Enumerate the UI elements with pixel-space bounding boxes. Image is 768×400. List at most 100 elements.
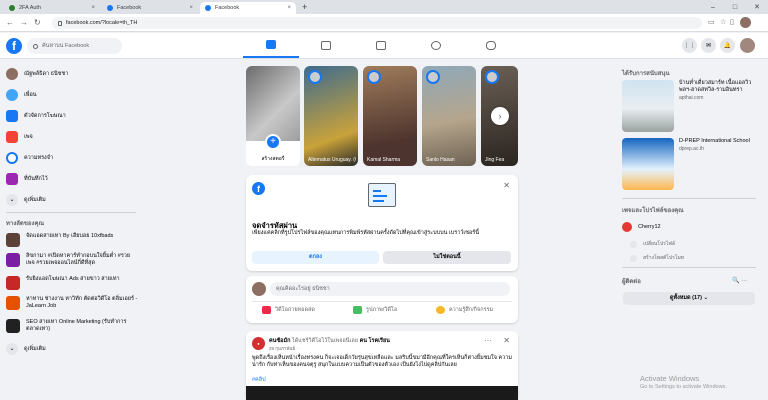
bookmark-star-icon[interactable]: ☆ xyxy=(720,18,726,26)
sidebar-item-pages[interactable]: เพจ xyxy=(6,129,33,145)
sidebar-item-ads-manager[interactable]: ตัวจัดการโฆษณา xyxy=(6,108,66,124)
messenger-button[interactable]: ✉ xyxy=(701,38,716,53)
clock-icon xyxy=(6,152,18,164)
close-window-button[interactable]: ✕ xyxy=(746,3,768,11)
post-timestamp[interactable]: 29 กุมภาพันธ์ · xyxy=(269,345,298,352)
avatar xyxy=(6,68,18,80)
story-photo xyxy=(246,66,300,141)
photo-icon xyxy=(353,306,362,314)
close-icon[interactable]: ✕ xyxy=(503,181,510,190)
search-input[interactable]: ค้นหาบน Facebook xyxy=(27,38,122,54)
reload-button[interactable]: ↻ xyxy=(34,18,41,27)
login-illustration xyxy=(368,183,396,207)
post-composer: คุณคิดอะไรอยู่ ธนิชชา วิดีโอถ่ายทอดสด รู… xyxy=(246,276,518,323)
sidebar-item-memories[interactable]: ความทรงจำ xyxy=(6,150,53,166)
tab-gaming[interactable] xyxy=(463,33,519,58)
group-thumbnail xyxy=(6,233,20,247)
facebook-logo[interactable]: f xyxy=(6,38,22,54)
tab-home[interactable] xyxy=(243,33,299,58)
shortcut-item[interactable]: ลิขกามา #เปิดหาคาร์ทำกอบนใจยิ้มต่ำ #รวยเ… xyxy=(6,253,138,267)
live-video-icon xyxy=(262,306,271,314)
post-text: พูดถึงเรื่องเห็นหน้าเรื่องทรงคน ก็จะเจอเ… xyxy=(252,355,512,368)
gaming-icon xyxy=(486,41,496,50)
switch-profile-link[interactable]: เปลี่ยนโปรไฟล์ xyxy=(630,240,675,248)
post-author[interactable]: คนซ้อมัก xyxy=(269,338,290,344)
browser-profile-avatar[interactable] xyxy=(740,17,751,28)
install-app-icon[interactable]: ▭ xyxy=(708,18,715,26)
remember-password-card: f ✕ จดจำรหัสผ่าน เพียงแค่คลิกที่รูปโปรไฟ… xyxy=(246,175,518,271)
bell-icon: 🔔 xyxy=(723,43,732,49)
sidebar-item-see-more[interactable]: ⌄ ดูเพิ่มเติม xyxy=(6,192,46,208)
more-options-icon[interactable]: ··· xyxy=(484,336,492,345)
group-thumbnail xyxy=(6,319,20,333)
tab-marketplace[interactable] xyxy=(353,33,409,58)
browser-tab-facebook-1[interactable]: Facebook × xyxy=(102,2,198,14)
shortcut-item[interactable]: SEO สายเทา Online Marketing (รับทำการตลา… xyxy=(6,319,138,333)
sidebar-item-friends[interactable]: เพื่อน xyxy=(6,87,37,103)
post-video[interactable] xyxy=(246,386,518,400)
avatar xyxy=(367,70,381,84)
shortcut-item[interactable]: จัดแอดสายเทา By เฮียบอย 10xfbads xyxy=(6,233,138,247)
url-input[interactable]: facebook.com/?locale=th_TH xyxy=(52,17,702,29)
close-icon[interactable]: ✕ xyxy=(503,336,510,345)
windows-activation-watermark: Activate Windows Go to Settings to activ… xyxy=(640,374,727,390)
avatar[interactable]: ● xyxy=(252,337,265,350)
chevron-down-icon: ⌄ xyxy=(6,343,18,355)
divider xyxy=(622,198,756,199)
create-story-card[interactable]: + สร้างสตอรี่ xyxy=(246,66,300,166)
sponsored-title: ได้รับการสนับสนุน xyxy=(622,71,670,77)
see-all-contacts-button[interactable]: ดูทั้งหมด (17) ⌄ xyxy=(623,292,755,305)
feeling-activity-button[interactable]: ความรู้สึก/กิจกรรม xyxy=(436,306,493,314)
chevron-right-icon: › xyxy=(498,111,502,121)
sponsored-ad[interactable]: บ้านท่ำเดี่ยวสมาร์ท เนื้อแอลวิวพลฯ-ฮาดสท… xyxy=(622,80,762,132)
sidebar-divider xyxy=(6,212,136,213)
composer-input[interactable]: คุณคิดอะไรอยู่ ธนิชชา xyxy=(270,282,510,296)
sidebar-item-profile[interactable]: ณัฐพล์ธิดา ธนิชชา xyxy=(6,66,68,82)
story-card[interactable]: Sanlo Hasan xyxy=(422,66,476,166)
post-partner[interactable]: คน โรคเรียน xyxy=(360,338,390,344)
back-button[interactable]: ← xyxy=(6,18,14,27)
story-card[interactable]: Kamal Sharma xyxy=(363,66,417,166)
home-icon xyxy=(266,40,276,49)
tab-watch[interactable] xyxy=(298,33,354,58)
create-promotion-link[interactable]: สร้างโพสต์โปรโมท xyxy=(630,254,684,262)
page-item[interactable]: Cherry12 xyxy=(622,222,661,232)
post-hashtag[interactable]: #คลิป xyxy=(252,376,266,384)
post-header: คนซ้อมัก ได้แชร์วิดีโอไว้ในเพจอนีเลย คน … xyxy=(269,338,390,344)
pages-title: เพจและโปรไฟล์ของคุณ xyxy=(622,208,684,214)
minimize-button[interactable]: – xyxy=(702,4,724,11)
tab-close-icon[interactable]: × xyxy=(287,5,291,11)
shortcut-see-more[interactable]: ⌄ ดูเพิ่มเติม xyxy=(6,341,46,357)
messenger-icon: ✉ xyxy=(705,43,712,49)
extensions-icon[interactable]: ▯ xyxy=(730,18,734,26)
story-card[interactable]: Alternatus Uruguay. (Ciudad... xyxy=(304,66,358,166)
contacts-search-icon[interactable]: 🔍 ··· xyxy=(732,277,747,284)
photo-video-button[interactable]: รูปภาพ/วิดีโอ xyxy=(353,306,397,314)
forward-button[interactable]: → xyxy=(20,18,28,27)
maximize-button[interactable]: □ xyxy=(724,4,746,11)
tab-close-icon[interactable]: × xyxy=(189,5,193,11)
new-tab-button[interactable]: + xyxy=(302,2,307,12)
megaphone-icon xyxy=(630,254,637,262)
shortcut-item[interactable]: หาทาน ช่างงาน หาวิทัก ตัดต่อวิดีโอ ตลิ่ม… xyxy=(6,296,138,310)
bookmark-icon xyxy=(6,173,18,185)
account-avatar[interactable] xyxy=(740,38,755,53)
browser-tab-facebook-2[interactable]: Facebook × xyxy=(200,2,296,14)
tab-close-icon[interactable]: × xyxy=(91,5,95,11)
sponsored-ad[interactable]: D-PREP International School dprep.ac.th xyxy=(622,138,762,190)
menu-grid-button[interactable]: ⋮⋮ xyxy=(682,38,697,53)
card-description: เพียงแค่คลิกที่รูปโปรไฟล์ของคุณแทนการพิม… xyxy=(252,230,480,236)
notifications-button[interactable]: 🔔 xyxy=(720,38,735,53)
browser-tab-2fa[interactable]: 2FA Auth × xyxy=(4,2,100,14)
live-video-button[interactable]: วิดีโอถ่ายทอดสด xyxy=(262,306,315,314)
feed-post: ● คนซ้อมัก ได้แชร์วิดีโอไว้ในเพจอนีเลย ค… xyxy=(246,331,518,400)
ok-button[interactable]: ตกลง xyxy=(252,251,379,264)
not-now-button[interactable]: ไม่ใช่ตอนนี้ xyxy=(383,251,511,264)
right-sidebar: ได้รับการสนับสนุน บ้านท่ำเดี่ยวสมาร์ท เน… xyxy=(622,60,768,400)
group-thumbnail xyxy=(6,276,20,290)
shortcut-item[interactable]: รับยิงแอดโฆษณา Ads สายขาว สายเทา xyxy=(6,276,138,290)
sidebar-item-saved[interactable]: ที่บันทึกไว้ xyxy=(6,171,48,187)
story-next-button[interactable]: › xyxy=(491,107,509,125)
search-icon xyxy=(33,43,38,49)
tab-groups[interactable] xyxy=(408,33,464,58)
